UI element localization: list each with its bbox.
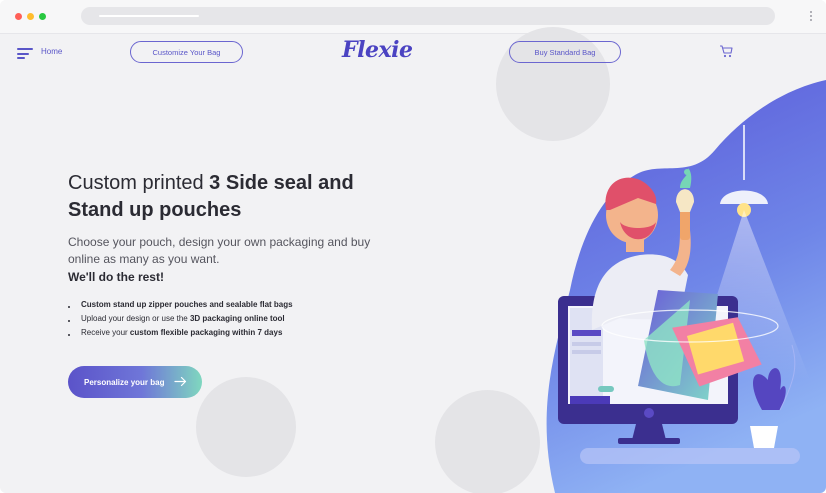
hero-title: Custom printed 3 Side seal and Stand up …: [68, 170, 408, 224]
hero-tagline: We'll do the rest!: [68, 270, 164, 284]
hero-title-light: Custom printed: [68, 172, 210, 194]
feature-bold: Custom stand up zipper pouches and seala…: [81, 300, 293, 309]
personalize-bag-button[interactable]: Personalize your bag: [68, 366, 202, 398]
browser-window: Home Customize Your Bag Flexie Buy Stand…: [0, 0, 826, 493]
window-minimize-dot[interactable]: [27, 13, 34, 20]
cta-label: Personalize your bag: [84, 377, 165, 387]
hero-section: Custom printed 3 Side seal and Stand up …: [68, 170, 408, 340]
address-bar[interactable]: [81, 7, 775, 25]
feature-item: Custom stand up zipper pouches and seala…: [68, 298, 408, 312]
feature-item: Receive your custom flexible packaging w…: [68, 326, 408, 340]
browser-toolbar: [0, 0, 826, 34]
hamburger-icon[interactable]: [17, 48, 33, 59]
feature-text: Receive your: [81, 328, 130, 337]
illustration-background: [546, 80, 826, 493]
cart-icon[interactable]: [719, 45, 733, 58]
hero-illustration: [546, 80, 826, 493]
top-navigation: Home Customize Your Bag Flexie Buy Stand…: [0, 33, 826, 73]
hero-title-bold-2: Stand up pouches: [68, 199, 242, 221]
decorative-circle: [196, 377, 296, 477]
window-maximize-dot[interactable]: [39, 13, 46, 20]
nav-home-link[interactable]: Home: [41, 47, 62, 56]
feature-text: Upload your design or use the: [81, 314, 190, 323]
feature-bold: 3D packaging online tool: [189, 314, 285, 323]
feature-item: Upload your design or use the 3D packagi…: [68, 312, 408, 326]
decorative-circle: [435, 390, 540, 493]
logo[interactable]: Flexie: [342, 37, 413, 63]
browser-menu-icon[interactable]: [810, 11, 813, 23]
address-placeholder: [99, 15, 199, 17]
customize-bag-button[interactable]: Customize Your Bag: [130, 41, 243, 63]
feature-bold: custom flexible packaging within 7 days: [129, 328, 283, 337]
hero-title-bold-1: 3 Side seal and: [209, 172, 354, 194]
feature-list: Custom stand up zipper pouches and seala…: [68, 298, 408, 340]
hero-subtitle: Choose your pouch, design your own packa…: [68, 235, 371, 266]
buy-standard-bag-button[interactable]: Buy Standard Bag: [509, 41, 621, 63]
window-close-dot[interactable]: [15, 13, 22, 20]
arrow-right-icon: [174, 376, 187, 387]
